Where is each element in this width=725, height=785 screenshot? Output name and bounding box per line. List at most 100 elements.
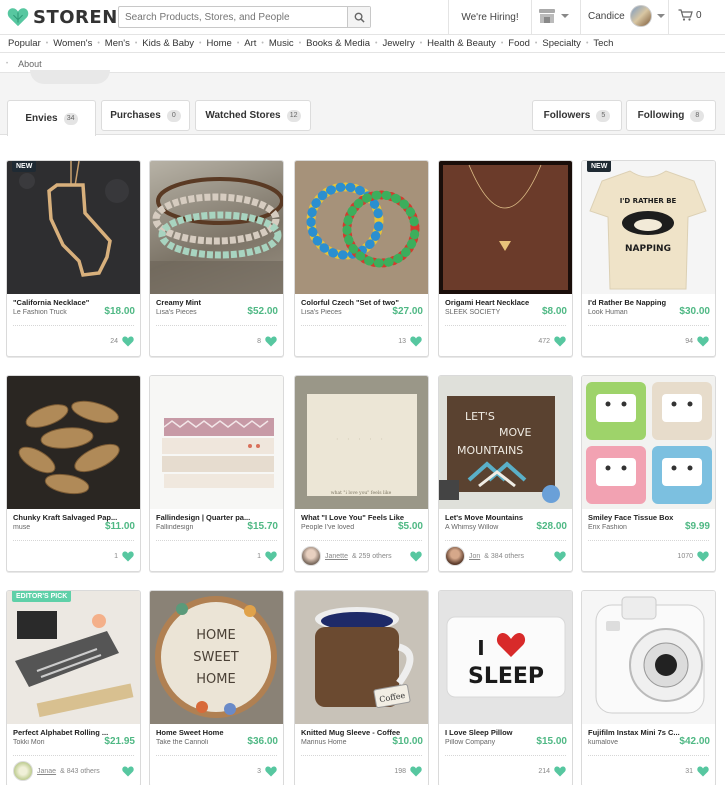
product-card[interactable]: Origami Heart Necklace SLEEK SOCIETY $8.… (438, 160, 573, 357)
user-avatar[interactable] (445, 546, 465, 566)
tab-following[interactable]: Following 8 (626, 100, 716, 131)
store-name[interactable]: SLEEK SOCIETY (445, 309, 530, 316)
envied-by-user[interactable]: Janae (37, 768, 56, 775)
product-image[interactable] (150, 161, 283, 294)
user-avatar[interactable] (301, 546, 321, 566)
product-image[interactable]: HOME SWEET HOME (150, 591, 283, 724)
product-image[interactable]: Coffee (295, 591, 428, 724)
category-jewelry[interactable]: Jewelry • (383, 38, 428, 49)
envy-heart-icon[interactable] (554, 336, 566, 347)
envy-heart-icon[interactable] (697, 336, 709, 347)
product-card[interactable]: NEW "California Necklace" Le Fashion Tru… (6, 160, 141, 357)
product-card[interactable]: Colorful Czech "Set of two" Lisa's Piece… (294, 160, 429, 357)
store-name[interactable]: kumalove (588, 739, 673, 746)
product-card[interactable]: Smiley Face Tissue Box Erix Fashion $9.9… (581, 375, 716, 572)
product-price: $15.70 (247, 521, 278, 532)
product-image[interactable]: EDITOR'S PICK (7, 591, 140, 724)
store-name[interactable]: Tokki Mori (13, 739, 98, 746)
envy-heart-icon[interactable] (697, 766, 709, 777)
product-card[interactable]: HOME SWEET HOME Home Sweet Home Take the… (149, 590, 284, 785)
envy-heart-icon[interactable] (554, 551, 566, 562)
tab-purchases[interactable]: Purchases 0 (101, 100, 190, 131)
store-name[interactable]: muse (13, 524, 98, 531)
envy-heart-icon[interactable] (410, 551, 422, 562)
envy-heart-icon[interactable] (122, 766, 134, 777)
category-tech[interactable]: Tech (593, 38, 613, 49)
product-card[interactable]: Coffee Knitted Mug Sleeve - Coffee Marin… (294, 590, 429, 785)
store-name[interactable]: People I've loved (301, 524, 386, 531)
store-name[interactable]: Lisa's Pieces (301, 309, 386, 316)
envied-by-user[interactable]: Janette (325, 553, 348, 560)
divider (588, 540, 709, 541)
product-card[interactable]: Chunky Kraft Salvaged Pap... muse $11.00… (6, 375, 141, 572)
store-name[interactable]: A Whimsy Willow (445, 524, 530, 531)
product-image[interactable] (582, 376, 715, 509)
product-image[interactable] (295, 161, 428, 294)
category-art[interactable]: Art • (244, 38, 269, 49)
product-image[interactable] (150, 376, 283, 509)
product-image[interactable] (7, 376, 140, 509)
store-name[interactable]: Marinus Home (301, 739, 386, 746)
category-kids-baby[interactable]: Kids & Baby • (142, 38, 206, 49)
envy-heart-icon[interactable] (265, 766, 277, 777)
envied-by: Jon & 384 others (445, 546, 524, 566)
category-mens[interactable]: Men's • (105, 38, 143, 49)
store-name[interactable]: Look Human (588, 309, 673, 316)
tab-envies[interactable]: Envies 34 (7, 100, 96, 136)
hiring-link[interactable]: We're Hiring! (450, 0, 530, 35)
product-card[interactable]: LET'S MOVE MOUNTAINS Let's Move Mountain… (438, 375, 573, 572)
user-menu[interactable]: Candice (588, 5, 665, 27)
product-card[interactable]: Creamy Mint Lisa's Pieces $52.00 8 (149, 160, 284, 357)
new-badge: NEW (12, 161, 37, 172)
store-name[interactable]: Erix Fashion (588, 524, 673, 531)
category-home[interactable]: Home • (206, 38, 244, 49)
search-button[interactable] (347, 7, 370, 27)
category-popular[interactable]: Popular • (8, 38, 53, 49)
product-image[interactable]: · · · · · what "i love you" feels like (295, 376, 428, 509)
product-image[interactable]: NEW (7, 161, 140, 294)
product-card[interactable]: I SLEEP I Love Sleep Pillow Pillow Compa… (438, 590, 573, 785)
product-image[interactable]: LET'S MOVE MOUNTAINS (439, 376, 572, 509)
divider (445, 755, 566, 756)
tab-followers[interactable]: Followers 5 (532, 100, 622, 131)
store-menu[interactable] (538, 8, 569, 24)
envy-heart-icon[interactable] (122, 336, 134, 347)
product-card[interactable]: Fujifilm Instax Mini 7s C... kumalove $4… (581, 590, 716, 785)
envy-heart-icon[interactable] (122, 551, 134, 562)
product-image[interactable]: I SLEEP (439, 591, 572, 724)
product-image[interactable] (582, 591, 715, 724)
envy-heart-icon[interactable] (697, 551, 709, 562)
envy-heart-icon[interactable] (554, 766, 566, 777)
category-womens[interactable]: Women's • (53, 38, 105, 49)
product-card[interactable]: Fallindesign | Quarter pa... Fallindesig… (149, 375, 284, 572)
header-divider (668, 0, 669, 35)
product-card[interactable]: EDITOR'S PICK Perfect Alphabet Rolling .… (6, 590, 141, 785)
product-image[interactable] (439, 161, 572, 294)
envy-heart-icon[interactable] (265, 551, 277, 562)
envy-heart-icon[interactable] (265, 336, 277, 347)
about-link[interactable]: About (18, 59, 42, 69)
envy-heart-icon[interactable] (410, 336, 422, 347)
store-name[interactable]: Fallindesign (156, 524, 241, 531)
envied-by-user[interactable]: Jon (469, 553, 480, 560)
product-image[interactable]: I'D RATHER BE NAPPING NEW (582, 161, 715, 294)
envy-heart-icon[interactable] (410, 766, 422, 777)
category-health-beauty[interactable]: Health & Beauty • (427, 38, 508, 49)
category-specialty[interactable]: Specialty • (542, 38, 593, 49)
store-name[interactable]: Pillow Company (445, 739, 530, 746)
category-music[interactable]: Music • (269, 38, 306, 49)
cart-button[interactable]: 0 (678, 9, 702, 21)
store-name[interactable]: Lisa's Pieces (156, 309, 241, 316)
product-card[interactable]: I'D RATHER BE NAPPING NEW I'd Rather Be … (581, 160, 716, 357)
search-input[interactable] (119, 7, 347, 27)
envy-count: 3 (257, 767, 261, 775)
category-books-media[interactable]: Books & Media • (306, 38, 382, 49)
divider (588, 325, 709, 326)
tab-watched-stores[interactable]: Watched Stores 12 (195, 100, 311, 131)
store-name[interactable]: Take the Cannoli (156, 739, 241, 746)
category-food[interactable]: Food • (508, 38, 542, 49)
store-name[interactable]: Le Fashion Truck (13, 309, 98, 316)
user-avatar[interactable] (13, 761, 33, 781)
product-price: $36.00 (247, 736, 278, 747)
product-card[interactable]: · · · · · what "i love you" feels like W… (294, 375, 429, 572)
